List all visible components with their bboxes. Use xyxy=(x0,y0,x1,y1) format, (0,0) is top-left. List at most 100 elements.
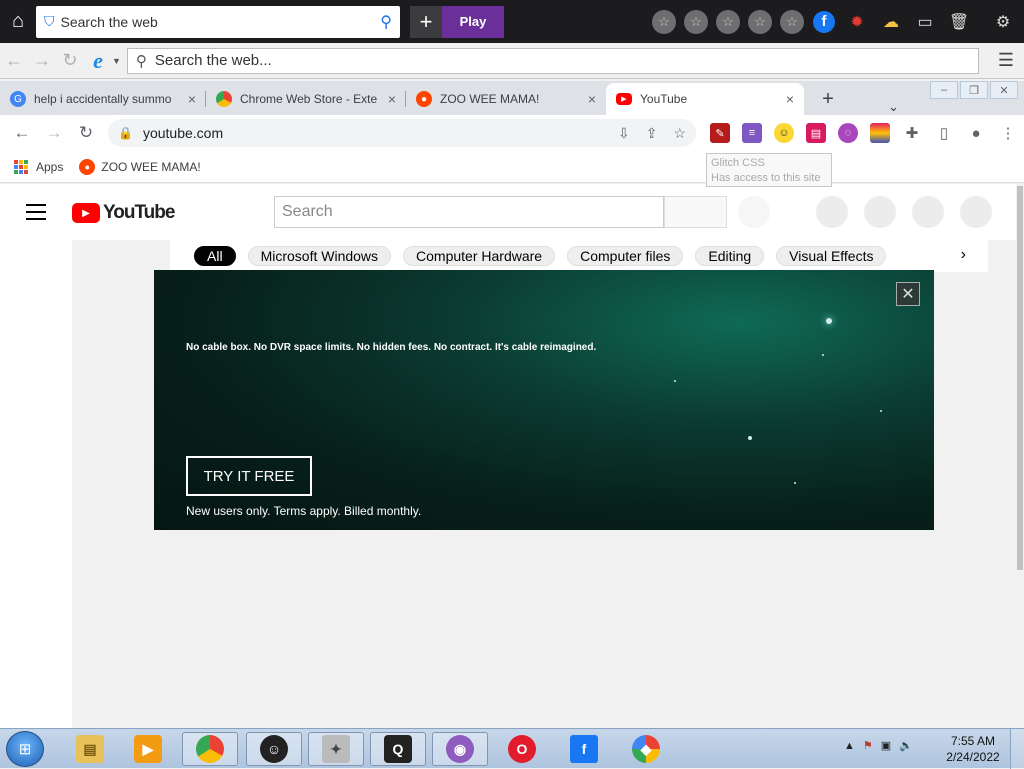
apps-bookmark[interactable]: Apps xyxy=(36,160,63,174)
header-action-placeholder-icon[interactable] xyxy=(864,196,896,228)
chevron-right-icon[interactable]: › xyxy=(961,246,966,264)
add-button[interactable]: + xyxy=(410,5,442,38)
bookmark-star-icon[interactable]: ☆ xyxy=(673,125,686,142)
tab-youtube[interactable]: ▶ YouTube × xyxy=(606,83,804,115)
taskbar-opera[interactable]: O xyxy=(494,732,550,766)
restore-icon[interactable]: ❐ xyxy=(960,81,988,99)
hamburger-menu-icon[interactable] xyxy=(26,204,46,225)
try-it-free-button[interactable]: TRY IT FREE xyxy=(186,456,312,496)
rainbow-extension-icon[interactable] xyxy=(870,123,890,143)
taskbar-chrome[interactable] xyxy=(182,732,238,766)
star-icon[interactable]: ☆ xyxy=(716,9,740,34)
new-tab-button[interactable]: + xyxy=(812,83,844,115)
share-icon[interactable]: ⇪ xyxy=(646,125,658,142)
taskbar-media-player[interactable]: ▶ xyxy=(120,732,176,766)
youtube-logo[interactable]: ▶ YouTube xyxy=(72,202,175,224)
tab-title: YouTube xyxy=(640,92,688,106)
masthead-ad[interactable]: ✕ No cable box. No DVR space limits. No … xyxy=(154,270,934,530)
side-panel-icon[interactable]: ▯ xyxy=(934,123,954,143)
taskbar-facebook[interactable]: f xyxy=(556,732,612,766)
install-icon[interactable]: ⇩ xyxy=(618,125,630,142)
hamburger-menu-icon[interactable]: ☰ xyxy=(998,50,1014,71)
youtube-search-button[interactable] xyxy=(664,196,727,228)
reload-icon[interactable]: ↻ xyxy=(70,123,102,143)
chevron-down-icon[interactable]: ▼ xyxy=(112,56,121,66)
close-icon[interactable]: × xyxy=(188,91,196,107)
close-window-icon[interactable]: ✕ xyxy=(990,81,1018,99)
close-icon[interactable]: × xyxy=(786,91,794,107)
weather-icon[interactable]: ☁ xyxy=(878,9,904,35)
lock-icon[interactable]: 🔒 xyxy=(118,126,133,140)
taskbar-app-q[interactable]: Q xyxy=(370,732,426,766)
start-button[interactable]: ⊞ xyxy=(6,731,44,767)
header-action-placeholder-icon[interactable] xyxy=(912,196,944,228)
magenta-extension-icon[interactable]: ▤ xyxy=(806,123,826,143)
star-icon[interactable]: ☆ xyxy=(748,9,772,34)
web-search-box[interactable]: ⛉ Search the web ⚲ xyxy=(36,5,400,38)
windows-taskbar: ⊞ ▤ ▶ ☺ ✦ Q ◉ O f ◆ ▲ ⚑ ▣ 🔈 7:55 AM 2/24… xyxy=(0,728,1024,769)
taskbar-clock[interactable]: 7:55 AM 2/24/2022 xyxy=(946,733,1000,765)
web-search-placeholder: Search the web xyxy=(60,13,158,30)
page-scrollbar[interactable] xyxy=(1016,184,1024,728)
taskbar-app-face[interactable]: ☺ xyxy=(246,732,302,766)
trash-icon[interactable]: 🗑 xyxy=(946,9,972,35)
back-arrow-icon[interactable]: ← xyxy=(6,123,38,143)
network-icon[interactable]: ▣ xyxy=(881,739,891,752)
chip-all[interactable]: All xyxy=(194,246,236,266)
taskbar-app-qutebrowser[interactable]: ◉ xyxy=(432,732,488,766)
facebook-icon[interactable]: f xyxy=(813,10,835,33)
close-icon[interactable]: × xyxy=(588,91,596,107)
search-icon[interactable]: ⚲ xyxy=(380,12,392,32)
forward-arrow-icon[interactable]: → xyxy=(38,123,70,143)
taskbar-secure-browser[interactable]: ◆ xyxy=(618,732,674,766)
profile-icon[interactable]: ● xyxy=(966,123,986,143)
taskbar-app-image[interactable]: ✦ xyxy=(308,732,364,766)
close-ad-icon[interactable]: ✕ xyxy=(896,282,920,306)
extension-stack-icon[interactable]: ≡ xyxy=(742,123,762,143)
header-action-placeholder-icon[interactable] xyxy=(816,196,848,228)
close-icon[interactable]: × xyxy=(388,91,396,107)
play-button[interactable]: Play xyxy=(442,5,504,38)
tab-help[interactable]: G help i accidentally summo × xyxy=(0,83,206,115)
star-icon[interactable]: ☆ xyxy=(652,9,676,34)
voice-search-placeholder-icon[interactable] xyxy=(738,196,770,228)
zoo-wee-mama-bookmark[interactable]: ZOO WEE MAMA! xyxy=(101,160,200,174)
emoji-extension-icon[interactable]: ☺ xyxy=(774,123,794,143)
chip-computer-files[interactable]: Computer files xyxy=(567,246,684,266)
chip-visual-effects[interactable]: Visual Effects xyxy=(776,246,887,266)
chevron-up-icon[interactable]: ▲ xyxy=(844,740,855,752)
chip-computer-hardware[interactable]: Computer Hardware xyxy=(403,246,556,266)
address-bar[interactable]: 🔒 youtube.com ⇩ ⇪ ☆ xyxy=(108,119,696,147)
youtube-search-input[interactable]: Search xyxy=(274,196,664,228)
home-icon[interactable]: ⌂ xyxy=(0,0,36,43)
glitch-css-extension-icon[interactable]: ✎ xyxy=(710,123,730,143)
refresh-icon[interactable]: ↻ xyxy=(56,50,84,71)
gear-icon[interactable]: ⚙ xyxy=(990,9,1016,35)
taskbar-explorer[interactable]: ▤ xyxy=(62,732,118,766)
action-center-icon[interactable]: ⚑ xyxy=(863,739,873,752)
avatar[interactable] xyxy=(960,196,992,228)
clock-time: 7:55 AM xyxy=(950,734,996,748)
scrollbar-thumb[interactable] xyxy=(1017,186,1023,570)
internet-explorer-icon[interactable]: e xyxy=(84,48,112,74)
apps-grid-icon[interactable] xyxy=(14,159,28,174)
folder-icon[interactable]: ▭ xyxy=(912,9,938,35)
star-icon[interactable]: ☆ xyxy=(780,9,804,34)
volume-icon[interactable]: 🔈 xyxy=(899,739,913,752)
puzzle-piece-icon[interactable]: ✚ xyxy=(902,123,922,143)
chip-microsoft-windows[interactable]: Microsoft Windows xyxy=(247,246,392,266)
chip-editing[interactable]: Editing xyxy=(695,246,765,266)
chat-extension-icon[interactable]: ◌ xyxy=(838,123,858,143)
bug-icon[interactable]: ✹ xyxy=(844,9,870,35)
legacy-address-input[interactable]: ⚲ Search the web... xyxy=(126,47,979,74)
show-desktop-button[interactable] xyxy=(1010,729,1024,769)
star-icon[interactable]: ☆ xyxy=(684,9,708,34)
minimize-icon[interactable]: – xyxy=(930,81,958,99)
forward-arrow-icon[interactable]: → xyxy=(28,50,56,71)
back-arrow-icon[interactable]: ← xyxy=(0,50,28,71)
tab-chrome-web-store[interactable]: Chrome Web Store - Exte × xyxy=(206,83,406,115)
clock-date: 2/24/2022 xyxy=(946,750,1000,764)
tab-zoo-wee-mama[interactable]: ● ZOO WEE MAMA! × xyxy=(406,83,606,115)
tab-search-chevron-icon[interactable]: ⌄ xyxy=(888,99,899,115)
kebab-menu-icon[interactable]: ⋮ xyxy=(998,123,1018,143)
